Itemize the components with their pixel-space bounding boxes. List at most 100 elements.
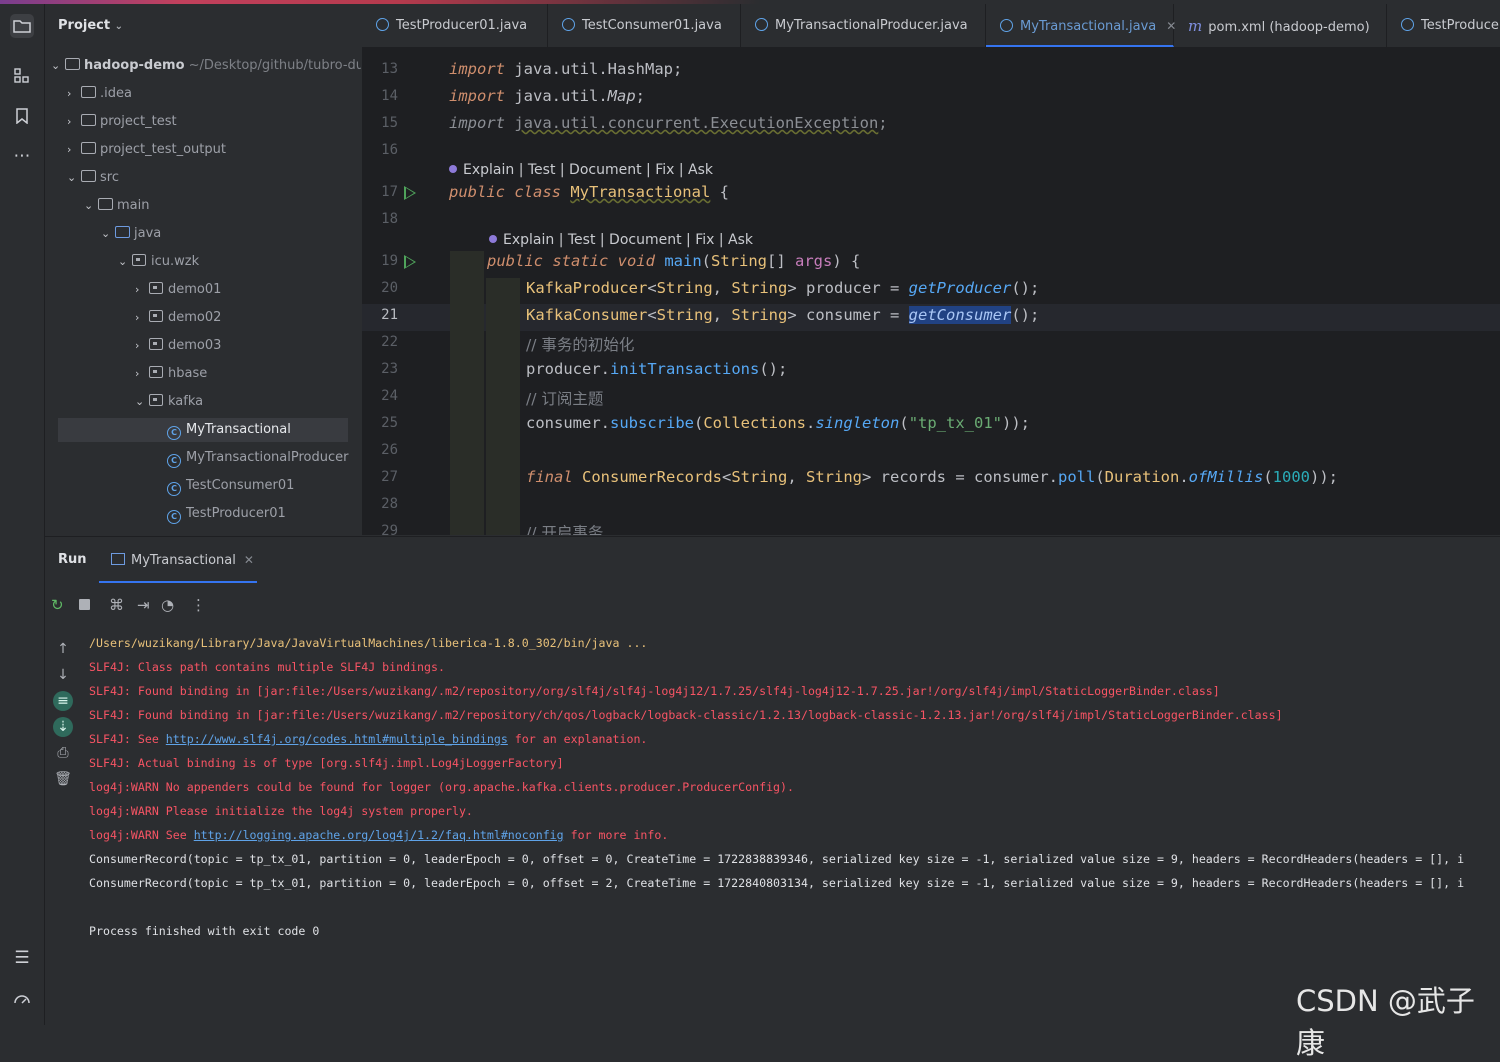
dashboard-icon[interactable] bbox=[10, 986, 34, 1010]
console-output[interactable]: /Users/wuzikang/Library/Java/JavaVirtual… bbox=[79, 627, 1500, 1025]
chevron-right-icon: › bbox=[135, 283, 140, 296]
rerun-icon[interactable]: ↻ bbox=[51, 596, 64, 614]
code-line-20: KafkaProducer<String, String> producer =… bbox=[526, 279, 1040, 297]
code-line-14: import java.util.Map; bbox=[449, 87, 646, 105]
scroll-to-end-icon[interactable]: ⇣ bbox=[53, 717, 73, 737]
code-line-23: producer.initTransactions(); bbox=[526, 360, 788, 378]
tree-item-kafka[interactable]: ⌄ kafka bbox=[135, 390, 203, 414]
line-number: 15 bbox=[381, 115, 398, 131]
close-icon[interactable]: ✕ bbox=[244, 553, 254, 567]
stop-icon[interactable] bbox=[79, 599, 90, 610]
line-number: 27 bbox=[381, 469, 398, 485]
project-panel-title[interactable]: Project ⌄ bbox=[58, 18, 123, 33]
tab-testconsumer01[interactable]: TestConsumer01.java bbox=[548, 4, 741, 47]
tab-mytransactionalproducer[interactable]: MyTransactionalProducer.java bbox=[741, 4, 986, 47]
tree-item-icu-wzk[interactable]: ⌄ icu.wzk bbox=[118, 250, 199, 274]
package-icon bbox=[149, 338, 163, 350]
tree-item-demo02[interactable]: › demo02 bbox=[135, 306, 221, 330]
line-number-current: 21 bbox=[381, 307, 398, 323]
tab-pom-xml[interactable]: m pom.xml (hadoop-demo) bbox=[1174, 4, 1387, 47]
tree-item-demo01[interactable]: › demo01 bbox=[135, 278, 221, 302]
chevron-right-icon: › bbox=[67, 115, 72, 128]
log4j-link[interactable]: http://logging.apache.org/log4j/1.2/faq.… bbox=[194, 828, 564, 842]
tree-item-project-test-output[interactable]: › project_test_output bbox=[67, 138, 226, 162]
code-lens-main[interactable]: Explain | Test | Document | Fix | Ask bbox=[489, 232, 753, 248]
project-folder-icon[interactable] bbox=[10, 14, 34, 38]
tool-window-stripe: ⋯ ☰ bbox=[0, 4, 45, 1025]
console-line-exit: Process finished with exit code 0 bbox=[89, 924, 320, 938]
tree-item-root[interactable]: ⌄hadoop-demo ~/Desktop/github/tubro-duck… bbox=[51, 54, 361, 78]
class-icon: C bbox=[167, 426, 181, 440]
chevron-right-icon: › bbox=[67, 87, 72, 100]
tab-mytransactional[interactable]: MyTransactional.java ✕ bbox=[986, 4, 1176, 47]
line-number: 18 bbox=[381, 211, 398, 227]
tree-item-java[interactable]: ⌄ java bbox=[101, 222, 161, 246]
tree-item-demo03[interactable]: › demo03 bbox=[135, 334, 221, 358]
tree-item-idea[interactable]: › .idea bbox=[67, 82, 132, 106]
code-line-13: import java.util.HashMap; bbox=[449, 60, 683, 78]
run-main-icon[interactable] bbox=[404, 255, 416, 269]
code-lens-class[interactable]: Explain | Test | Document | Fix | Ask bbox=[449, 162, 713, 178]
line-number: 26 bbox=[381, 442, 398, 458]
folder-icon bbox=[81, 114, 96, 126]
structure-icon[interactable] bbox=[10, 64, 34, 88]
indent-guide bbox=[486, 278, 520, 535]
class-icon bbox=[1000, 19, 1013, 32]
restore-layout-icon[interactable]: ⇥ bbox=[137, 596, 150, 614]
class-icon bbox=[376, 18, 389, 31]
arrow-down-icon[interactable]: ↓ bbox=[53, 665, 73, 685]
camera-icon[interactable]: ⌘ bbox=[109, 596, 124, 614]
code-line-25: consumer.subscribe(Collections.singleton… bbox=[526, 414, 1031, 432]
chevron-right-icon: › bbox=[135, 311, 140, 324]
class-icon: C bbox=[167, 454, 181, 468]
more-options-icon[interactable]: ⋮ bbox=[191, 596, 206, 614]
tab-testproducer[interactable]: TestProducer bbox=[1387, 4, 1500, 47]
console-line-slf4j: SLF4J: Found binding in [jar:file:/Users… bbox=[89, 708, 1283, 722]
maven-icon: m bbox=[1188, 17, 1203, 35]
package-icon bbox=[149, 366, 163, 378]
line-number: 25 bbox=[381, 415, 398, 431]
profile-icon[interactable]: ◔ bbox=[161, 596, 174, 614]
tree-item-mytransactionalproducer[interactable]: C MyTransactionalProducer bbox=[167, 446, 348, 470]
console-icon bbox=[111, 553, 125, 565]
console-line-log4j: log4j:WARN Please initialize the log4j s… bbox=[89, 804, 473, 818]
tree-item-hbase[interactable]: › hbase bbox=[135, 362, 207, 386]
line-number: 20 bbox=[381, 280, 398, 296]
class-icon: C bbox=[167, 510, 181, 524]
more-icon[interactable]: ⋯ bbox=[10, 144, 34, 168]
console-line-slf4j: SLF4J: Actual binding is of type [org.sl… bbox=[89, 756, 564, 770]
list-icon[interactable]: ☰ bbox=[10, 946, 34, 970]
tree-item-main[interactable]: ⌄ main bbox=[84, 194, 149, 218]
chevron-right-icon: › bbox=[135, 367, 140, 380]
line-number: 28 bbox=[381, 496, 398, 512]
console-line-command: /Users/wuzikang/Library/Java/JavaVirtual… bbox=[89, 636, 648, 650]
tree-item-testconsumer01[interactable]: C TestConsumer01 bbox=[167, 474, 294, 498]
class-icon: C bbox=[167, 482, 181, 496]
tree-item-mytransactional[interactable]: C MyTransactional bbox=[58, 418, 348, 442]
trash-icon[interactable]: 🗑 bbox=[53, 769, 73, 789]
slf4j-link[interactable]: http://www.slf4j.org/codes.html#multiple… bbox=[166, 732, 508, 746]
tree-item-project-test[interactable]: › project_test bbox=[67, 110, 177, 134]
print-icon[interactable]: ⎙ bbox=[53, 743, 73, 763]
line-number: 24 bbox=[381, 388, 398, 404]
run-tab-mytransactional[interactable]: MyTransactional ✕ bbox=[99, 537, 257, 583]
bookmark-icon[interactable] bbox=[10, 104, 34, 128]
folder-icon bbox=[81, 86, 96, 98]
console-line-record: ConsumerRecord(topic = tp_tx_01, partiti… bbox=[89, 876, 1465, 890]
editor-tabs: TestProducer01.java TestConsumer01.java … bbox=[362, 4, 1500, 48]
tab-testproducer01[interactable]: TestProducer01.java bbox=[362, 4, 548, 47]
soft-wrap-icon[interactable]: ≡ bbox=[53, 691, 73, 711]
console-side-toolbar: ↑ ↓ ≡ ⇣ ⎙ 🗑 bbox=[45, 627, 79, 1025]
tree-item-src[interactable]: ⌄ src bbox=[67, 166, 119, 190]
ai-assistant-icon bbox=[449, 165, 457, 173]
arrow-up-icon[interactable]: ↑ bbox=[53, 639, 73, 659]
console-line-log4j: log4j:WARN See http://logging.apache.org… bbox=[89, 828, 669, 842]
code-line-24: // 订阅主题 bbox=[526, 390, 604, 408]
ai-assistant-icon bbox=[489, 235, 497, 243]
run-class-icon[interactable] bbox=[404, 186, 416, 200]
chevron-down-icon: ⌄ bbox=[101, 227, 111, 240]
class-icon bbox=[755, 18, 768, 31]
line-number: 22 bbox=[381, 334, 398, 350]
tree-item-testproducer01[interactable]: C TestProducer01 bbox=[167, 502, 286, 526]
indent-guide bbox=[450, 251, 484, 535]
